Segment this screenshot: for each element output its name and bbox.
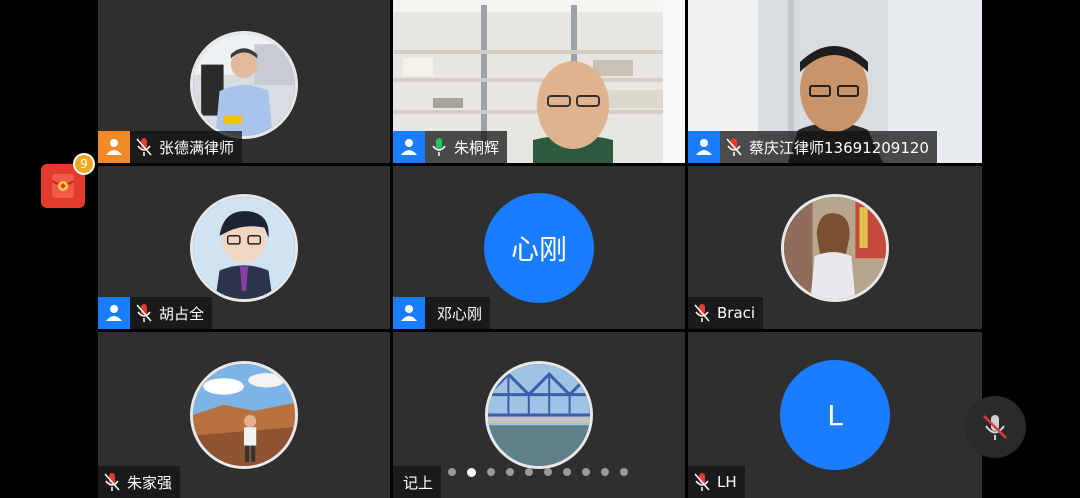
mute-button[interactable]: [964, 396, 1026, 458]
initials-avatar: 心刚: [484, 192, 594, 303]
page-dot[interactable]: [601, 468, 609, 476]
muted-mic-icon: [136, 138, 152, 156]
page-indicator[interactable]: [448, 468, 628, 477]
participant-avatar: [190, 30, 298, 139]
page-dot[interactable]: [525, 468, 533, 476]
participant-label: 胡占全: [98, 297, 213, 329]
user-icon: [688, 131, 720, 163]
participant-tile[interactable]: Braci: [688, 166, 982, 329]
participant-label: 朱桐辉: [393, 131, 508, 163]
page-dot[interactable]: [487, 468, 495, 476]
participant-avatar: [190, 361, 298, 469]
page-dot[interactable]: [582, 468, 590, 476]
participant-label: Braci: [688, 297, 764, 329]
participant-name: 朱桐辉: [454, 138, 500, 157]
participant-tile[interactable]: 胡占全: [98, 166, 390, 329]
participant-tile[interactable]: 朱家强: [98, 332, 390, 498]
red-envelope-icon: [51, 174, 75, 198]
participant-label: 蔡庆江律师13691209120: [688, 131, 937, 163]
participant-tile-active[interactable]: 朱桐辉: [393, 0, 685, 163]
participant-name: 邓心刚: [437, 304, 483, 323]
participant-label: LH: [688, 466, 745, 498]
participant-name: 朱家强: [127, 473, 173, 492]
participant-name: LH: [717, 473, 737, 491]
participant-tile[interactable]: 心刚 邓心刚: [393, 166, 685, 329]
muted-mic-icon: [104, 473, 120, 491]
notification-count: 9: [73, 153, 95, 175]
page-dot[interactable]: [563, 468, 571, 476]
participant-tile[interactable]: 张德满律师: [98, 0, 390, 163]
participant-name: Braci: [717, 304, 756, 322]
participant-label: 朱家强: [98, 466, 181, 498]
page-dot[interactable]: [467, 468, 476, 477]
participant-avatar: [485, 361, 593, 469]
initials-avatar: L: [780, 360, 890, 470]
participant-label: 邓心刚: [393, 297, 491, 329]
page-dot[interactable]: [544, 468, 552, 476]
user-icon: [393, 297, 425, 329]
participant-name: 记上: [403, 473, 434, 492]
user-icon: [393, 131, 425, 163]
muted-mic-icon: [136, 304, 152, 322]
muted-mic-icon: [726, 138, 742, 156]
participant-label: 张德满律师: [98, 131, 243, 163]
muted-mic-icon: [694, 304, 710, 322]
participant-label: 记上: [393, 466, 442, 498]
page-dot[interactable]: [620, 468, 628, 476]
muted-mic-icon: [983, 415, 1007, 440]
participant-tile[interactable]: 蔡庆江律师13691209120: [688, 0, 982, 163]
page-dot[interactable]: [448, 468, 456, 476]
participant-grid: 张德满律师 朱桐辉 蔡庆江律师13691209120 胡占全 心刚 邓心刚 Br…: [98, 0, 982, 498]
user-icon: [98, 297, 130, 329]
participant-name: 蔡庆江律师13691209120: [749, 138, 929, 157]
participant-avatar: [781, 193, 889, 302]
user-icon: [98, 131, 130, 163]
page-dot[interactable]: [506, 468, 514, 476]
speaking-mic-icon: [432, 138, 446, 156]
participant-tile[interactable]: L LH: [688, 332, 982, 498]
participant-name: 胡占全: [159, 304, 205, 323]
participant-name: 张德满律师: [159, 138, 235, 157]
participant-avatar: [190, 193, 298, 302]
muted-mic-icon: [694, 473, 710, 491]
